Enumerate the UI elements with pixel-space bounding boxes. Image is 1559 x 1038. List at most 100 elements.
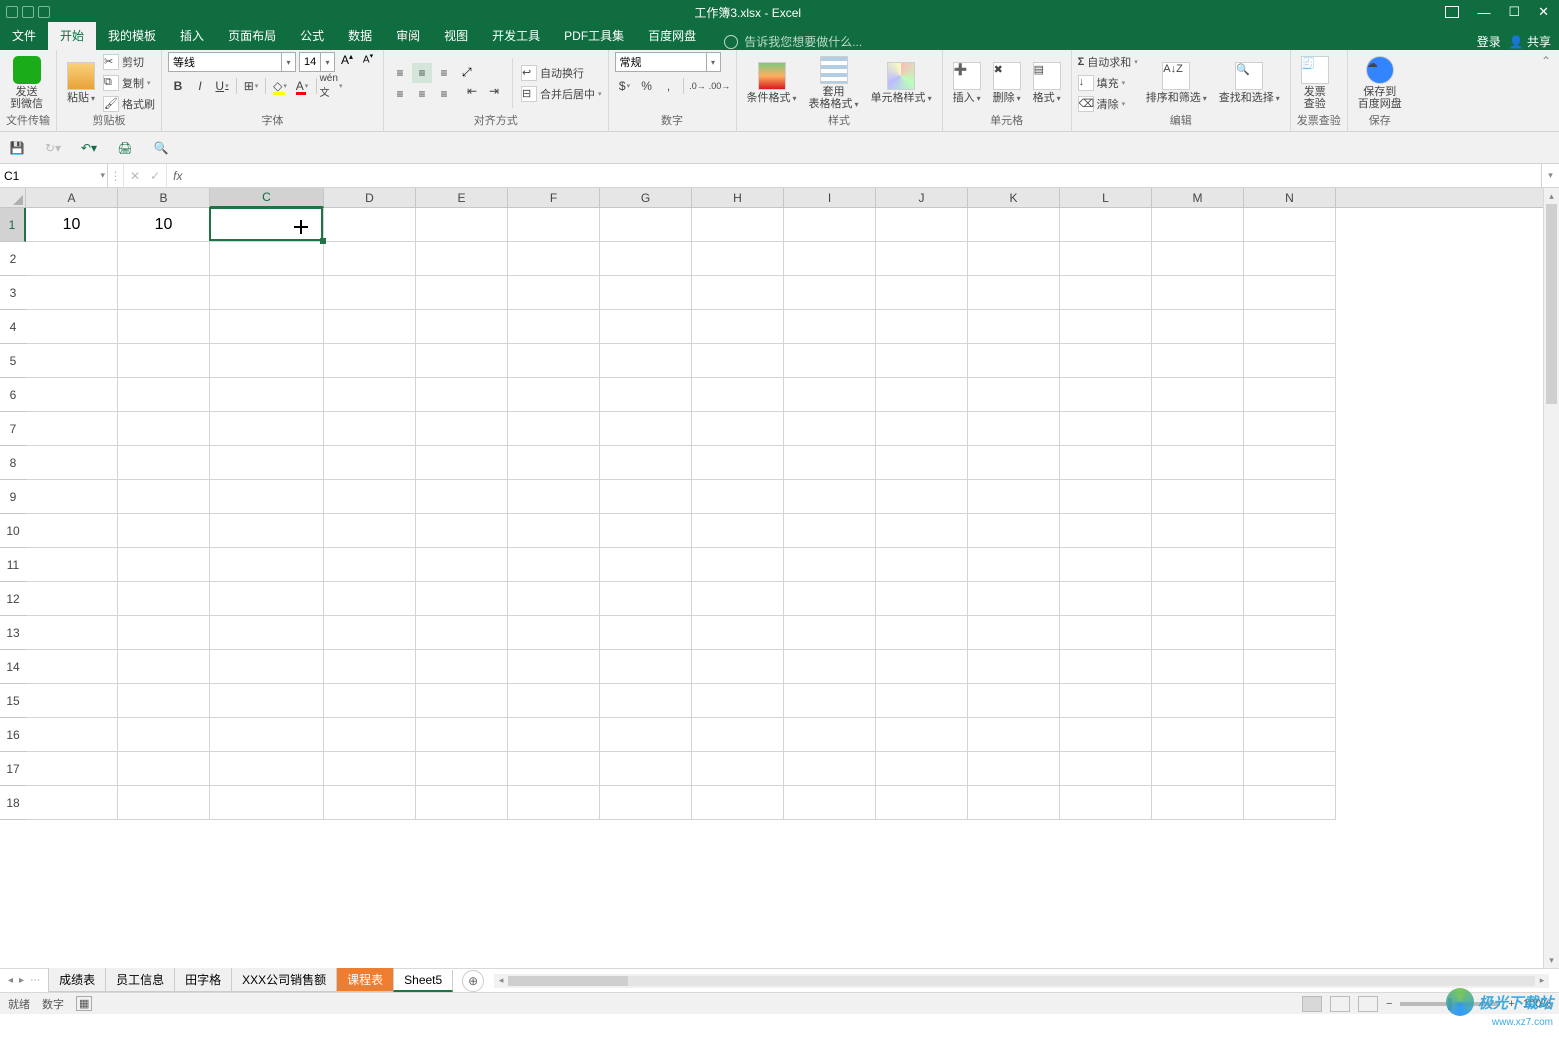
cell[interactable] [508,548,600,582]
cell[interactable] [692,616,784,650]
cell[interactable] [876,344,968,378]
cell[interactable] [26,786,118,820]
row-header[interactable]: 7 [0,412,26,446]
cell[interactable] [210,208,324,242]
align-middle-button[interactable]: ≡ [412,63,432,83]
cell[interactable] [784,378,876,412]
find-select-button[interactable]: 🔍查找和选择 [1215,60,1284,107]
cell[interactable] [1152,242,1244,276]
cell[interactable] [692,514,784,548]
cell[interactable] [1060,650,1152,684]
cell[interactable] [1060,582,1152,616]
cell[interactable] [26,242,118,276]
cell[interactable] [784,786,876,820]
cell[interactable] [876,582,968,616]
cell[interactable] [600,514,692,548]
cell[interactable] [210,650,324,684]
nav-first[interactable]: ◂ [8,975,13,986]
cell[interactable] [876,480,968,514]
tell-me-box[interactable]: 告诉我您想要做什么... [724,33,862,50]
cell[interactable] [118,786,210,820]
row-header[interactable]: 6 [0,378,26,412]
cell[interactable] [692,310,784,344]
row-header[interactable]: 11 [0,548,26,582]
menu-tab-1[interactable]: 开始 [48,22,96,50]
cell[interactable] [508,480,600,514]
cell[interactable] [784,514,876,548]
cell[interactable] [968,276,1060,310]
cell[interactable] [1152,344,1244,378]
cell[interactable] [1244,684,1336,718]
cell[interactable] [26,446,118,480]
cell[interactable] [1152,378,1244,412]
cell[interactable] [784,344,876,378]
cell[interactable] [416,344,508,378]
menu-tab-9[interactable]: 开发工具 [480,22,552,50]
cell[interactable] [324,310,416,344]
add-sheet-button[interactable]: ⊕ [462,970,484,992]
row-header[interactable]: 2 [0,242,26,276]
cell[interactable] [26,412,118,446]
cell[interactable] [1244,242,1336,276]
cell[interactable] [1060,446,1152,480]
cell[interactable] [1152,786,1244,820]
cell[interactable] [1244,344,1336,378]
cell[interactable] [1244,514,1336,548]
cell[interactable] [508,752,600,786]
cell[interactable] [784,684,876,718]
select-all-corner[interactable] [0,188,26,208]
cell[interactable] [600,412,692,446]
cell[interactable] [210,480,324,514]
menu-tab-5[interactable]: 公式 [288,22,336,50]
cell[interactable] [692,718,784,752]
cell[interactable] [416,412,508,446]
cell[interactable]: 10 [26,208,118,242]
row-header[interactable]: 14 [0,650,26,684]
column-header[interactable]: A [26,188,118,207]
cell[interactable] [210,752,324,786]
cell[interactable] [968,514,1060,548]
horizontal-scrollbar[interactable]: ◂▸ [494,974,1549,988]
cell[interactable] [968,718,1060,752]
cell[interactable] [508,718,600,752]
cell[interactable] [508,616,600,650]
send-to-wechat-button[interactable]: 发送到微信 [6,54,47,112]
column-header[interactable]: E [416,188,508,207]
enter-button[interactable]: ✓ [150,169,160,183]
cell[interactable] [692,242,784,276]
cell[interactable] [1060,514,1152,548]
cell[interactable] [876,548,968,582]
cell[interactable] [600,752,692,786]
cell[interactable] [118,514,210,548]
cell[interactable] [210,310,324,344]
cell[interactable] [968,242,1060,276]
sheet-tab[interactable]: 员工信息 [105,968,175,992]
cell[interactable] [692,786,784,820]
cell[interactable] [1060,480,1152,514]
cell[interactable] [118,480,210,514]
cell[interactable] [118,310,210,344]
cell[interactable] [1152,208,1244,242]
cell[interactable] [416,582,508,616]
cell[interactable] [416,718,508,752]
cell[interactable] [324,650,416,684]
cell[interactable] [416,684,508,718]
cell[interactable] [692,548,784,582]
cell[interactable] [692,276,784,310]
cell[interactable] [26,480,118,514]
cell[interactable] [1060,344,1152,378]
cell[interactable] [416,786,508,820]
cell[interactable] [210,684,324,718]
decrease-decimal-button[interactable]: .00→ [710,76,730,96]
delete-button[interactable]: ✖删除 [989,60,1025,107]
cell[interactable] [876,276,968,310]
cell[interactable] [416,548,508,582]
cell[interactable] [784,412,876,446]
ribbon-display-icon[interactable] [1445,6,1459,18]
cell[interactable] [968,446,1060,480]
cell[interactable] [1244,616,1336,650]
decrease-indent-button[interactable]: ⇤ [462,81,482,101]
cell[interactable] [324,344,416,378]
cell[interactable] [876,616,968,650]
cell[interactable] [324,276,416,310]
